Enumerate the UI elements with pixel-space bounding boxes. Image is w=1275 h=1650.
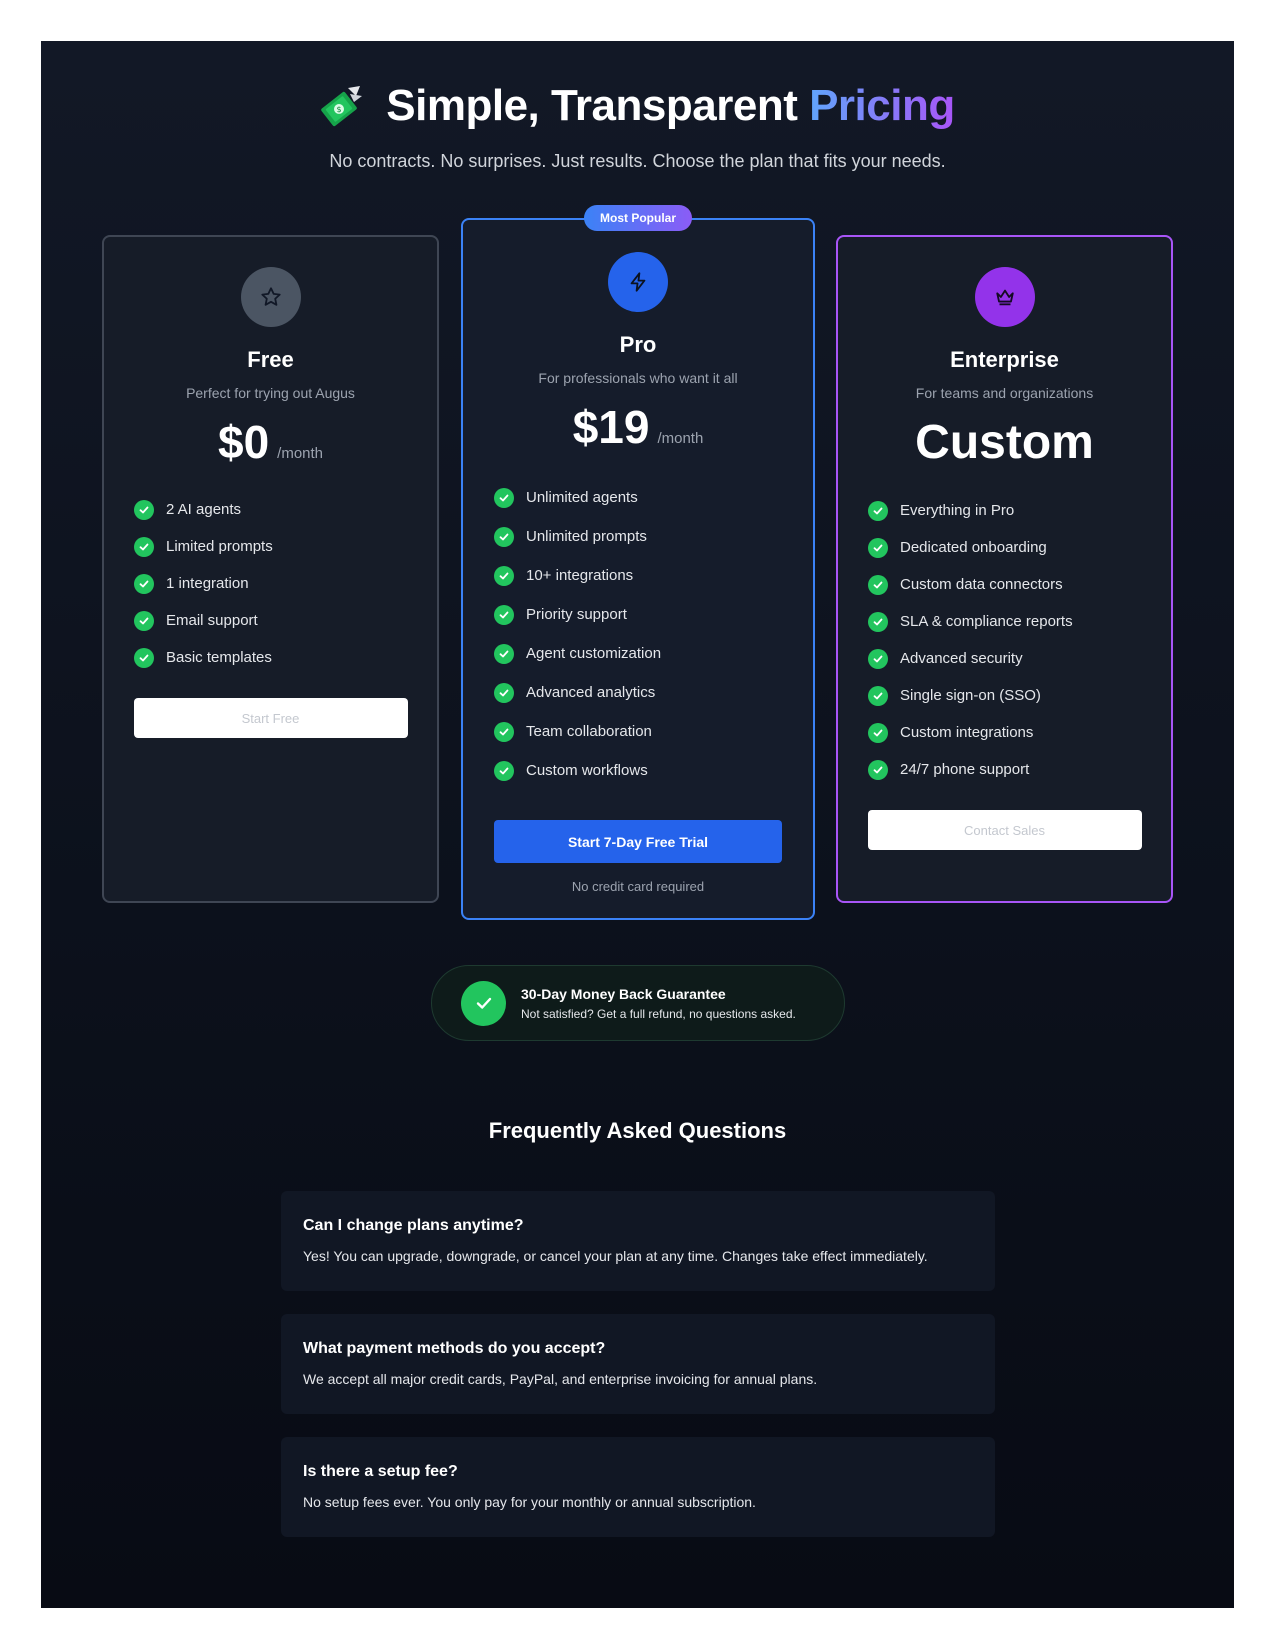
check-icon xyxy=(134,647,154,668)
feature-item: Priority support xyxy=(494,595,813,634)
feature-list: Unlimited agents Unlimited prompts 10+ i… xyxy=(463,478,813,790)
money-with-wings-icon: $ xyxy=(321,86,363,127)
title-accent: Pricing xyxy=(809,81,955,130)
feature-item: Custom workflows xyxy=(494,751,813,790)
plan-card-enterprise: Enterprise For teams and organizations C… xyxy=(836,235,1173,903)
feature-item: Advanced analytics xyxy=(494,673,813,712)
feature-item: Limited prompts xyxy=(134,528,437,565)
faq-answer: We accept all major credit cards, PayPal… xyxy=(303,1371,818,1387)
no-credit-card-note: No credit card required xyxy=(571,879,705,894)
plan-description: Perfect for trying out Augus xyxy=(186,385,355,401)
faq-question: What payment methods do you accept? xyxy=(303,1340,606,1357)
plan-description: For teams and organizations xyxy=(915,385,1094,401)
feature-item: Basic templates xyxy=(134,639,437,676)
feature-item: Custom data connectors xyxy=(868,566,1171,603)
title-main: Simple, Transparent xyxy=(386,81,798,130)
feature-item: Unlimited prompts xyxy=(494,517,813,556)
plan-icon-enterprise xyxy=(974,267,1035,327)
lightning-icon xyxy=(630,272,646,292)
faq-answer: No setup fees ever. You only pay for you… xyxy=(303,1494,756,1510)
page-title: $ Simple, Transparent Pricing xyxy=(320,81,955,131)
plan-icon-pro xyxy=(608,252,668,312)
check-icon xyxy=(494,682,514,703)
check-icon xyxy=(868,648,888,669)
check-icon xyxy=(868,722,888,743)
check-icon xyxy=(868,500,888,521)
star-icon xyxy=(260,287,281,306)
feature-item: 24/7 phone support xyxy=(868,751,1171,788)
hero: $ Simple, Transparent Pricing No contrac… xyxy=(41,81,1234,172)
check-icon xyxy=(134,536,154,557)
price-period: /month xyxy=(277,445,324,462)
check-icon xyxy=(134,499,154,520)
check-icon xyxy=(494,565,514,586)
start-trial-button[interactable]: Start 7-Day Free Trial xyxy=(494,820,782,863)
faq-question: Can I change plans anytime? xyxy=(303,1217,524,1234)
faq-heading: Frequently Asked Questions xyxy=(488,1118,787,1143)
svg-text:$: $ xyxy=(337,105,342,114)
feature-item: Agent customization xyxy=(494,634,813,673)
feature-item: Unlimited agents xyxy=(494,478,813,517)
feature-item: 2 AI agents xyxy=(134,491,437,528)
check-icon xyxy=(494,760,514,781)
plan-price: $19 xyxy=(572,401,650,453)
plan-name: Enterprise xyxy=(950,347,1059,372)
check-icon xyxy=(868,759,888,780)
feature-item: Advanced security xyxy=(868,640,1171,677)
feature-item: Team collaboration xyxy=(494,712,813,751)
price-row: Custom xyxy=(838,415,1171,470)
check-icon xyxy=(868,574,888,595)
feature-list: Everything in Pro Dedicated onboarding C… xyxy=(838,492,1171,788)
plan-description: For professionals who want it all xyxy=(538,370,738,386)
plan-price: $0 xyxy=(217,416,270,468)
check-icon xyxy=(494,526,514,547)
faq-item: What payment methods do you accept? We a… xyxy=(281,1314,995,1414)
most-popular-badge: Most Popular xyxy=(583,205,693,231)
check-icon xyxy=(134,573,154,594)
feature-item: Email support xyxy=(134,602,437,639)
plan-name: Free xyxy=(247,347,294,372)
price-row: $19 /month xyxy=(463,400,813,454)
faq-item: Is there a setup fee? No setup fees ever… xyxy=(281,1437,995,1537)
faq-answer: Yes! You can upgrade, downgrade, or canc… xyxy=(303,1248,928,1264)
check-icon xyxy=(494,643,514,664)
feature-item: 10+ integrations xyxy=(494,556,813,595)
guarantee-text: Not satisfied? Get a full refund, no que… xyxy=(521,1006,796,1021)
feature-list: 2 AI agents Limited prompts 1 integratio… xyxy=(104,491,437,676)
page-subtitle: No contracts. No surprises. Just results… xyxy=(329,151,946,171)
crown-icon xyxy=(995,289,1014,306)
check-icon xyxy=(868,685,888,706)
faq-item: Can I change plans anytime? Yes! You can… xyxy=(281,1191,995,1291)
feature-item: Everything in Pro xyxy=(868,492,1171,529)
start-free-button[interactable]: Start Free xyxy=(133,698,408,738)
plan-name: Pro xyxy=(619,332,657,357)
check-circle-icon xyxy=(461,980,506,1026)
plan-card-pro: Most Popular Pro For professionals who w… xyxy=(461,205,815,920)
feature-item: Single sign-on (SSO) xyxy=(868,677,1171,714)
check-icon xyxy=(494,487,514,508)
check-icon xyxy=(494,721,514,742)
check-icon xyxy=(494,604,514,625)
check-icon xyxy=(868,537,888,558)
guarantee-title: 30-Day Money Back Guarantee xyxy=(521,985,726,1002)
money-back-guarantee: 30-Day Money Back Guarantee Not satisfie… xyxy=(431,965,845,1041)
price-period: /month xyxy=(657,430,704,447)
feature-item: SLA & compliance reports xyxy=(868,603,1171,640)
feature-item: 1 integration xyxy=(134,565,437,602)
plan-price: Custom xyxy=(915,416,1094,469)
price-row: $0 /month xyxy=(104,415,437,469)
contact-sales-button[interactable]: Contact Sales xyxy=(867,810,1142,850)
plan-card-free: Free Perfect for trying out Augus $0 /mo… xyxy=(102,235,439,903)
feature-item: Custom integrations xyxy=(868,714,1171,751)
faq-question: Is there a setup fee? xyxy=(303,1463,458,1480)
check-icon xyxy=(134,610,154,631)
feature-item: Dedicated onboarding xyxy=(868,529,1171,566)
plan-icon-free xyxy=(240,267,301,327)
pricing-page: $ Simple, Transparent Pricing No contrac… xyxy=(41,41,1234,1608)
check-icon xyxy=(868,611,888,632)
